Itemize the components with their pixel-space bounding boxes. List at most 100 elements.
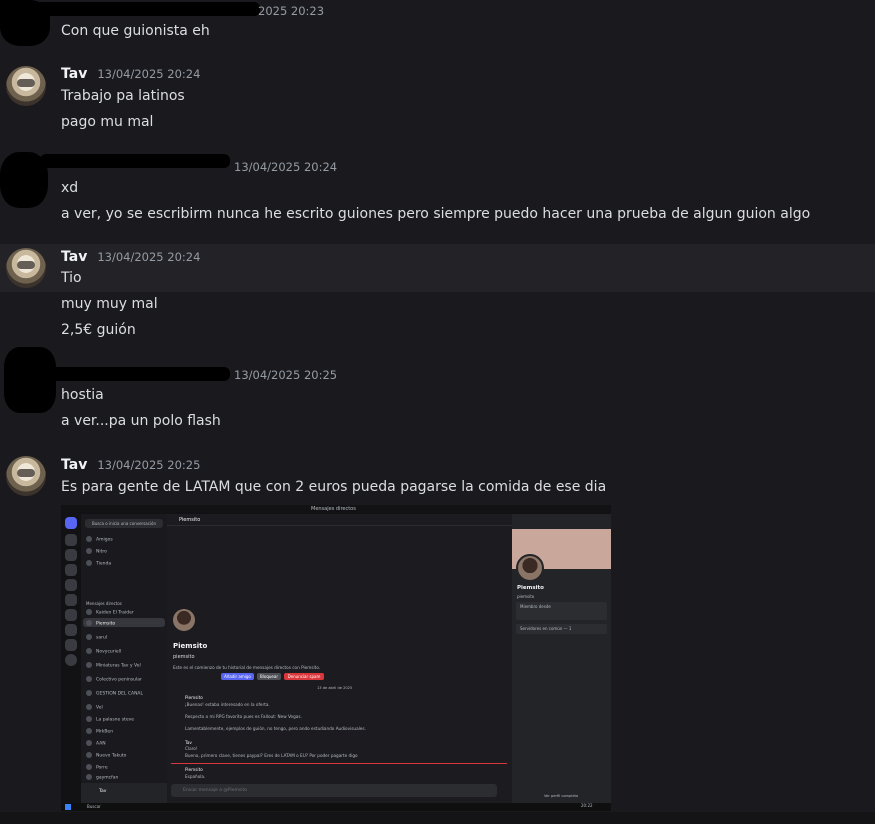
message-text: Tio bbox=[61, 270, 82, 286]
author-name[interactable]: Tav bbox=[61, 249, 87, 265]
message-timestamp: 13/04/2025 20:25 bbox=[234, 368, 338, 382]
profile-handle: piemsito bbox=[173, 654, 195, 660]
nav-item-friends[interactable]: Amigos bbox=[86, 536, 113, 543]
windows-taskbar: Buscar 20:22 bbox=[61, 803, 611, 811]
dm-item[interactable]: Novycuriell bbox=[86, 648, 121, 655]
dm-intro-text: Este es el comienzo de tu historial de m… bbox=[173, 665, 321, 670]
redacted-username bbox=[40, 367, 230, 381]
message-input[interactable]: Enviar mensaje a @Piemsito bbox=[171, 784, 497, 797]
view-full-profile-link[interactable]: Ver perfil completo bbox=[544, 794, 578, 798]
message-text: a ver...pa un polo flash bbox=[61, 413, 221, 429]
server-icon[interactable] bbox=[65, 549, 77, 561]
chat-text: Claro! bbox=[185, 746, 198, 751]
dm-item[interactable]: Kaiden El Traider bbox=[86, 609, 134, 616]
message-timestamp: 13/04/2025 20:24 bbox=[97, 67, 201, 81]
discord-home-icon[interactable] bbox=[65, 517, 77, 529]
message-timestamp: 13/04/2025 20:25 bbox=[97, 458, 201, 472]
taskbar-time: 20:22 bbox=[581, 803, 593, 808]
chat-text: Respecto a mi RPG favorito pues es Fallo… bbox=[185, 714, 302, 719]
report-spam-button[interactable]: Denunciar spam bbox=[284, 673, 324, 680]
server-icon[interactable] bbox=[65, 624, 77, 636]
avatar[interactable] bbox=[6, 456, 46, 496]
server-icon[interactable] bbox=[65, 564, 77, 576]
dm-item[interactable]: Porre bbox=[86, 764, 108, 771]
redacted-username bbox=[40, 154, 230, 168]
message-header: Tav 13/04/2025 20:25 bbox=[61, 457, 200, 473]
message-text: pago mu mal bbox=[61, 114, 154, 130]
image-attachment[interactable]: Mensajes directos Busca o inicia una con… bbox=[61, 505, 611, 811]
block-button[interactable]: Bloquear bbox=[257, 673, 281, 680]
profile-avatar bbox=[516, 554, 544, 582]
member-since-label: Miembro desde bbox=[520, 604, 551, 609]
dm-item[interactable]: GESTION DEL CANAL bbox=[86, 690, 143, 697]
dm-item[interactable]: Nuevo Takuto bbox=[86, 752, 126, 759]
mutual-servers-row[interactable]: Servidores en común — 1 bbox=[516, 624, 607, 634]
add-friend-button[interactable]: Añadir amigo bbox=[221, 673, 254, 680]
redacted-username bbox=[30, 2, 260, 16]
server-icon[interactable] bbox=[65, 639, 77, 651]
channel-header: Piemsito bbox=[167, 514, 512, 526]
dm-item[interactable]: Piemsito bbox=[86, 620, 115, 627]
message-group: Tav 13/04/2025 20:25 Es para gente de LAT… bbox=[0, 450, 875, 510]
profile-name: Piemsito bbox=[173, 642, 208, 650]
message-group: Tav 13/04/2025 20:24 Trabajo pa latinos p… bbox=[0, 60, 875, 140]
chat-text: Bueno, primero clave, tienes paypal? Ere… bbox=[185, 753, 358, 758]
profile-name: Piemsito bbox=[517, 585, 544, 591]
new-messages-divider bbox=[171, 763, 507, 764]
user-panel: Tav bbox=[81, 783, 167, 803]
bottom-strip bbox=[0, 812, 875, 824]
server-icon[interactable] bbox=[65, 534, 77, 546]
taskbar-search[interactable]: Buscar bbox=[87, 804, 101, 809]
dm-search-input[interactable]: Busca o inicia una conversación bbox=[85, 519, 163, 528]
author-name[interactable]: Tav bbox=[61, 457, 87, 473]
dm-item[interactable]: Vel bbox=[86, 704, 103, 711]
date-divider: 13 de abril de 2025 bbox=[317, 686, 353, 690]
window-title: Mensajes directos bbox=[311, 506, 356, 512]
window-titlebar: Mensajes directos bbox=[61, 505, 611, 514]
chat-author: Piemsito bbox=[185, 695, 203, 700]
message-header: Tav 13/04/2025 20:24 bbox=[61, 249, 200, 265]
message-text: muy muy mal bbox=[61, 296, 158, 312]
profile-handle: piemsito bbox=[517, 594, 535, 599]
profile-sidebar: Piemsito piemsito Miembro desde Servidor… bbox=[512, 514, 611, 803]
dm-item[interactable]: AAN bbox=[86, 740, 106, 747]
nav-item-nitro[interactable]: Nitro bbox=[86, 548, 107, 555]
author-name[interactable]: Tav bbox=[61, 66, 87, 82]
chat-author: Piemsito bbox=[185, 767, 203, 772]
dm-item[interactable]: La palasne steve bbox=[86, 716, 134, 723]
dm-item[interactable]: MrkBen bbox=[86, 728, 113, 735]
message-timestamp: 2025 20:23 bbox=[258, 4, 325, 18]
dm-item[interactable]: sarul bbox=[86, 634, 107, 641]
message-text: Es para gente de LATAM que con 2 euros p… bbox=[61, 479, 607, 495]
dm-item[interactable]: Miniaturas Tav y Vel bbox=[86, 662, 141, 669]
dm-item[interactable]: Colectivo peninsular bbox=[86, 676, 142, 683]
profile-avatar bbox=[173, 609, 195, 631]
nav-item-shop[interactable]: Tienda bbox=[86, 560, 111, 567]
server-icon[interactable] bbox=[65, 594, 77, 606]
add-server-icon[interactable] bbox=[65, 654, 77, 666]
mutual-servers-label: Servidores en común — 1 bbox=[520, 626, 572, 631]
dm-item[interactable]: gaymcfan bbox=[86, 774, 118, 781]
chat-panel: Piemsito Piemsito piemsito Este es el co… bbox=[167, 514, 512, 803]
avatar[interactable] bbox=[6, 248, 46, 288]
message-text: a ver, yo se escribirm nunca he escrito … bbox=[61, 206, 811, 222]
message-group: Tav 13/04/2025 20:24 Tio bbox=[0, 244, 875, 292]
windows-start-icon[interactable] bbox=[65, 804, 71, 810]
message-timestamp: 13/04/2025 20:24 bbox=[97, 250, 201, 264]
server-rail bbox=[61, 514, 81, 803]
message-text: hostia bbox=[61, 387, 104, 403]
user-name: Tav bbox=[99, 789, 107, 794]
server-icon[interactable] bbox=[65, 579, 77, 591]
dm-section-label: Mensajes directos bbox=[86, 601, 122, 606]
message-text: Trabajo pa latinos bbox=[61, 88, 185, 104]
message-timestamp: 13/04/2025 20:24 bbox=[234, 160, 338, 174]
chat-text: Española. bbox=[185, 774, 206, 779]
message-group: 2025 20:23 Con que guionista eh bbox=[0, 0, 875, 48]
message-text: 2,5€ guión bbox=[61, 322, 136, 338]
server-icon[interactable] bbox=[65, 609, 77, 621]
avatar[interactable] bbox=[6, 66, 46, 106]
message-text: xd bbox=[61, 180, 79, 196]
dm-sidebar: Busca o inicia una conversación Amigos N… bbox=[81, 514, 167, 803]
message-group: 13/04/2025 20:25 hostia a ver...pa un po… bbox=[0, 345, 875, 435]
message-header: Tav 13/04/2025 20:24 bbox=[61, 66, 200, 82]
